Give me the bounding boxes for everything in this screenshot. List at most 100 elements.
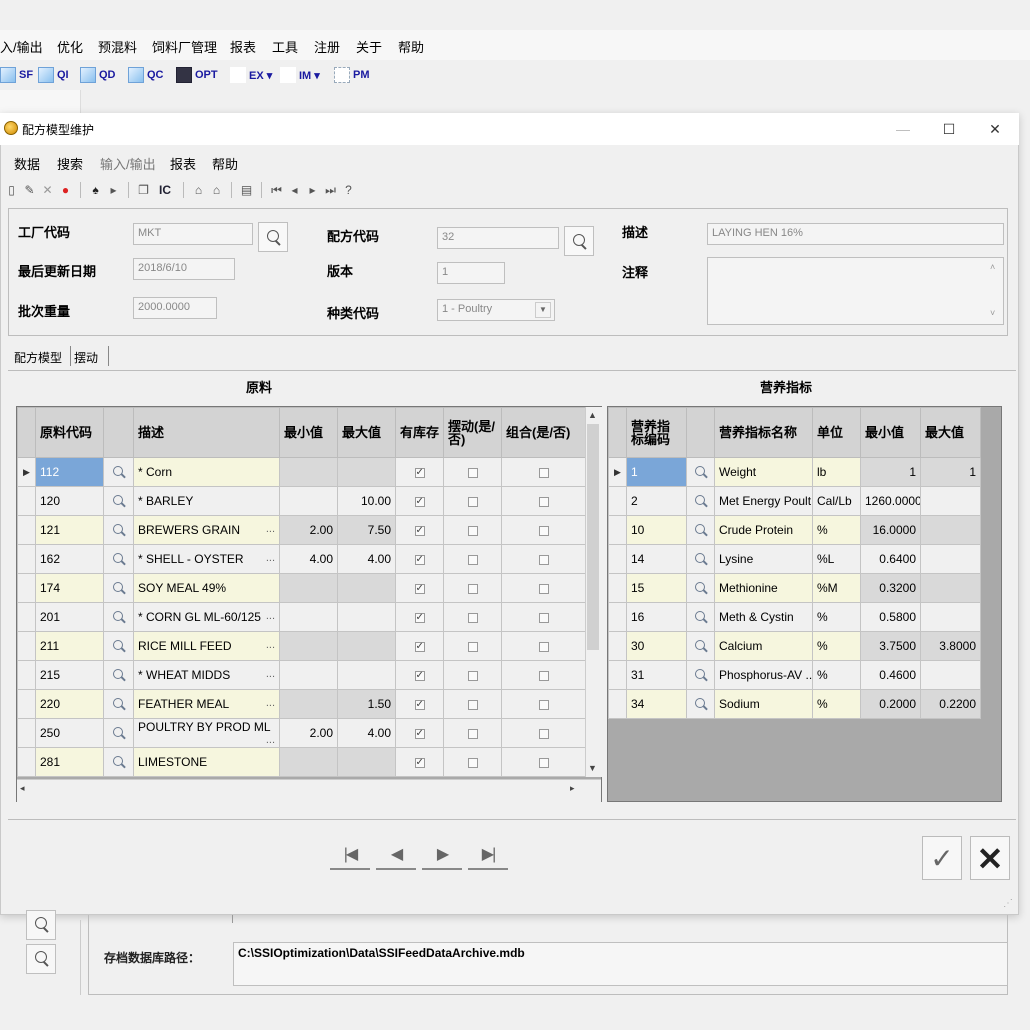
version-field[interactable]: 1	[437, 262, 505, 284]
scroll-right-icon[interactable]: ▸	[570, 783, 575, 794]
row-indicator[interactable]	[608, 573, 627, 603]
ellipsis-icon[interactable]: ...	[266, 734, 275, 746]
plant-code-field[interactable]: MKT	[133, 223, 253, 245]
formula-code-field[interactable]: 32	[437, 227, 559, 249]
unlock-icon[interactable]: ⌂	[209, 183, 224, 198]
bg-menu-report[interactable]: 报表	[230, 37, 256, 56]
ingredient-description-cell[interactable]: SOY MEAL 49%	[133, 573, 280, 603]
ingredient-search-button[interactable]	[103, 689, 134, 719]
ingredient-code-cell[interactable]: 215	[35, 660, 104, 690]
scroll-left-icon[interactable]: ◂	[20, 783, 25, 794]
row-indicator[interactable]	[17, 486, 36, 516]
ingredient-max-cell[interactable]	[337, 631, 396, 661]
ingredient-code-cell[interactable]: 162	[35, 544, 104, 574]
row-indicator[interactable]	[17, 573, 36, 603]
menu-io[interactable]: 输入/输出	[100, 154, 156, 173]
menu-report[interactable]: 报表	[170, 154, 196, 173]
col-in-stock[interactable]: 有库存	[395, 407, 444, 458]
row-indicator[interactable]	[17, 660, 36, 690]
ingredient-min-cell[interactable]	[279, 631, 338, 661]
in-stock-checkbox[interactable]: ✓	[395, 457, 444, 487]
nutrient-unit-cell[interactable]: %M	[812, 573, 861, 603]
col-nutrient-code[interactable]: 营养指标编码	[626, 407, 687, 458]
nutrient-min-cell[interactable]: 0.2000	[860, 689, 921, 719]
nutrient-search-button[interactable]	[686, 544, 715, 574]
last-record-button[interactable]: ▶|	[468, 840, 508, 870]
bg-menu-premix[interactable]: 预混料	[98, 37, 137, 56]
nutrient-max-cell[interactable]	[920, 573, 981, 603]
ingredient-row[interactable]: 211 RICE MILL FEED... ✓	[17, 631, 586, 661]
swing-checkbox[interactable]	[443, 718, 502, 748]
ingredient-min-cell[interactable]	[279, 660, 338, 690]
row-indicator[interactable]	[17, 602, 36, 632]
combo-checkbox[interactable]	[501, 544, 586, 574]
row-indicator[interactable]	[608, 689, 627, 719]
nutrient-row[interactable]: 30 Calcium% 3.7500 3.8000	[608, 631, 981, 661]
ingredient-search-button[interactable]	[103, 457, 134, 487]
nutrient-search-button[interactable]	[686, 515, 715, 545]
ingredient-search-button[interactable]	[103, 747, 134, 777]
nutrient-name-cell[interactable]: Sodium	[714, 689, 813, 719]
ingredient-code-cell[interactable]: 174	[35, 573, 104, 603]
combo-checkbox[interactable]	[501, 747, 586, 777]
swing-checkbox[interactable]	[443, 544, 502, 574]
next-record-button[interactable]: ▶	[422, 840, 462, 870]
first-record-button[interactable]: |◀	[330, 840, 370, 870]
next-record-icon[interactable]: ▸	[305, 183, 320, 198]
nutrient-row[interactable]: 31 Phosphorus-AV ...% 0.4600	[608, 660, 981, 690]
combo-checkbox[interactable]	[501, 486, 586, 516]
ingredient-description-cell[interactable]: BREWERS GRAIN...	[133, 515, 280, 545]
new-icon[interactable]: ▯	[4, 183, 19, 198]
swing-checkbox[interactable]	[443, 515, 502, 545]
row-indicator[interactable]	[608, 486, 627, 516]
row-indicator[interactable]	[17, 689, 36, 719]
combo-checkbox[interactable]	[501, 689, 586, 719]
first-record-icon[interactable]: ⏮	[269, 183, 284, 198]
row-indicator[interactable]	[608, 660, 627, 690]
scroll-down-icon[interactable]: ▼	[588, 763, 597, 773]
nutrient-unit-cell[interactable]: %	[812, 515, 861, 545]
play-icon[interactable]: ▸	[106, 183, 121, 198]
help-icon[interactable]: ?	[341, 183, 356, 198]
ingredient-search-button[interactable]	[103, 486, 134, 516]
row-indicator[interactable]	[17, 718, 36, 748]
nutrient-min-cell[interactable]: 0.6400	[860, 544, 921, 574]
ingredient-max-cell[interactable]: 4.00	[337, 544, 396, 574]
nutrient-code-cell[interactable]: 1	[626, 457, 687, 487]
bg-archive-search-button[interactable]	[26, 944, 56, 974]
nutrient-code-cell[interactable]: 31	[626, 660, 687, 690]
ingredient-description-cell[interactable]: LIMESTONE	[133, 747, 280, 777]
nutrient-row[interactable]: 15 Methionine %M 0.3200	[608, 573, 981, 603]
prev-record-icon[interactable]: ◂	[287, 183, 302, 198]
ellipsis-icon[interactable]: ...	[266, 552, 275, 564]
in-stock-checkbox[interactable]: ✓	[395, 486, 444, 516]
ingredient-row[interactable]: 120 * BARLEY 10.00 ✓	[17, 486, 586, 516]
scroll-up-icon[interactable]: ▲	[588, 410, 597, 420]
nutrient-unit-cell[interactable]: %	[812, 602, 861, 632]
ingredient-min-cell[interactable]: 4.00	[279, 544, 338, 574]
ingredient-max-cell[interactable]: 4.00	[337, 718, 396, 748]
nutrient-search-button[interactable]	[686, 457, 715, 487]
archive-db-path-field[interactable]: C:\SSIOptimization\Data\SSIFeedDataArchi…	[233, 942, 1008, 986]
plant-code-search-button[interactable]	[258, 222, 288, 252]
nutrient-unit-cell[interactable]: %L	[812, 544, 861, 574]
nutrient-name-cell[interactable]: Methionine	[714, 573, 813, 603]
ingredient-row[interactable]: 215 * WHEAT MIDDS... ✓	[17, 660, 586, 690]
ingredients-horizontal-scrollbar[interactable]	[17, 779, 601, 802]
bg-tool-sf[interactable]: SF	[0, 66, 33, 84]
menu-search[interactable]: 搜索	[57, 154, 83, 173]
combo-checkbox[interactable]	[501, 660, 586, 690]
nutrient-name-cell[interactable]: Calcium	[714, 631, 813, 661]
swing-checkbox[interactable]	[443, 631, 502, 661]
ingredient-search-button[interactable]	[103, 573, 134, 603]
ellipsis-icon[interactable]: ...	[266, 610, 275, 622]
cancel-button[interactable]: ✕	[970, 836, 1010, 880]
bg-menu-register[interactable]: 注册	[314, 37, 340, 56]
nutrient-search-button[interactable]	[686, 660, 715, 690]
bg-menu-about[interactable]: 关于	[356, 37, 382, 56]
row-indicator[interactable]	[608, 544, 627, 574]
nutrient-unit-cell[interactable]: lb	[812, 457, 861, 487]
nutrient-code-cell[interactable]: 16	[626, 602, 687, 632]
ingredient-search-button[interactable]	[103, 544, 134, 574]
row-indicator[interactable]	[17, 747, 36, 777]
